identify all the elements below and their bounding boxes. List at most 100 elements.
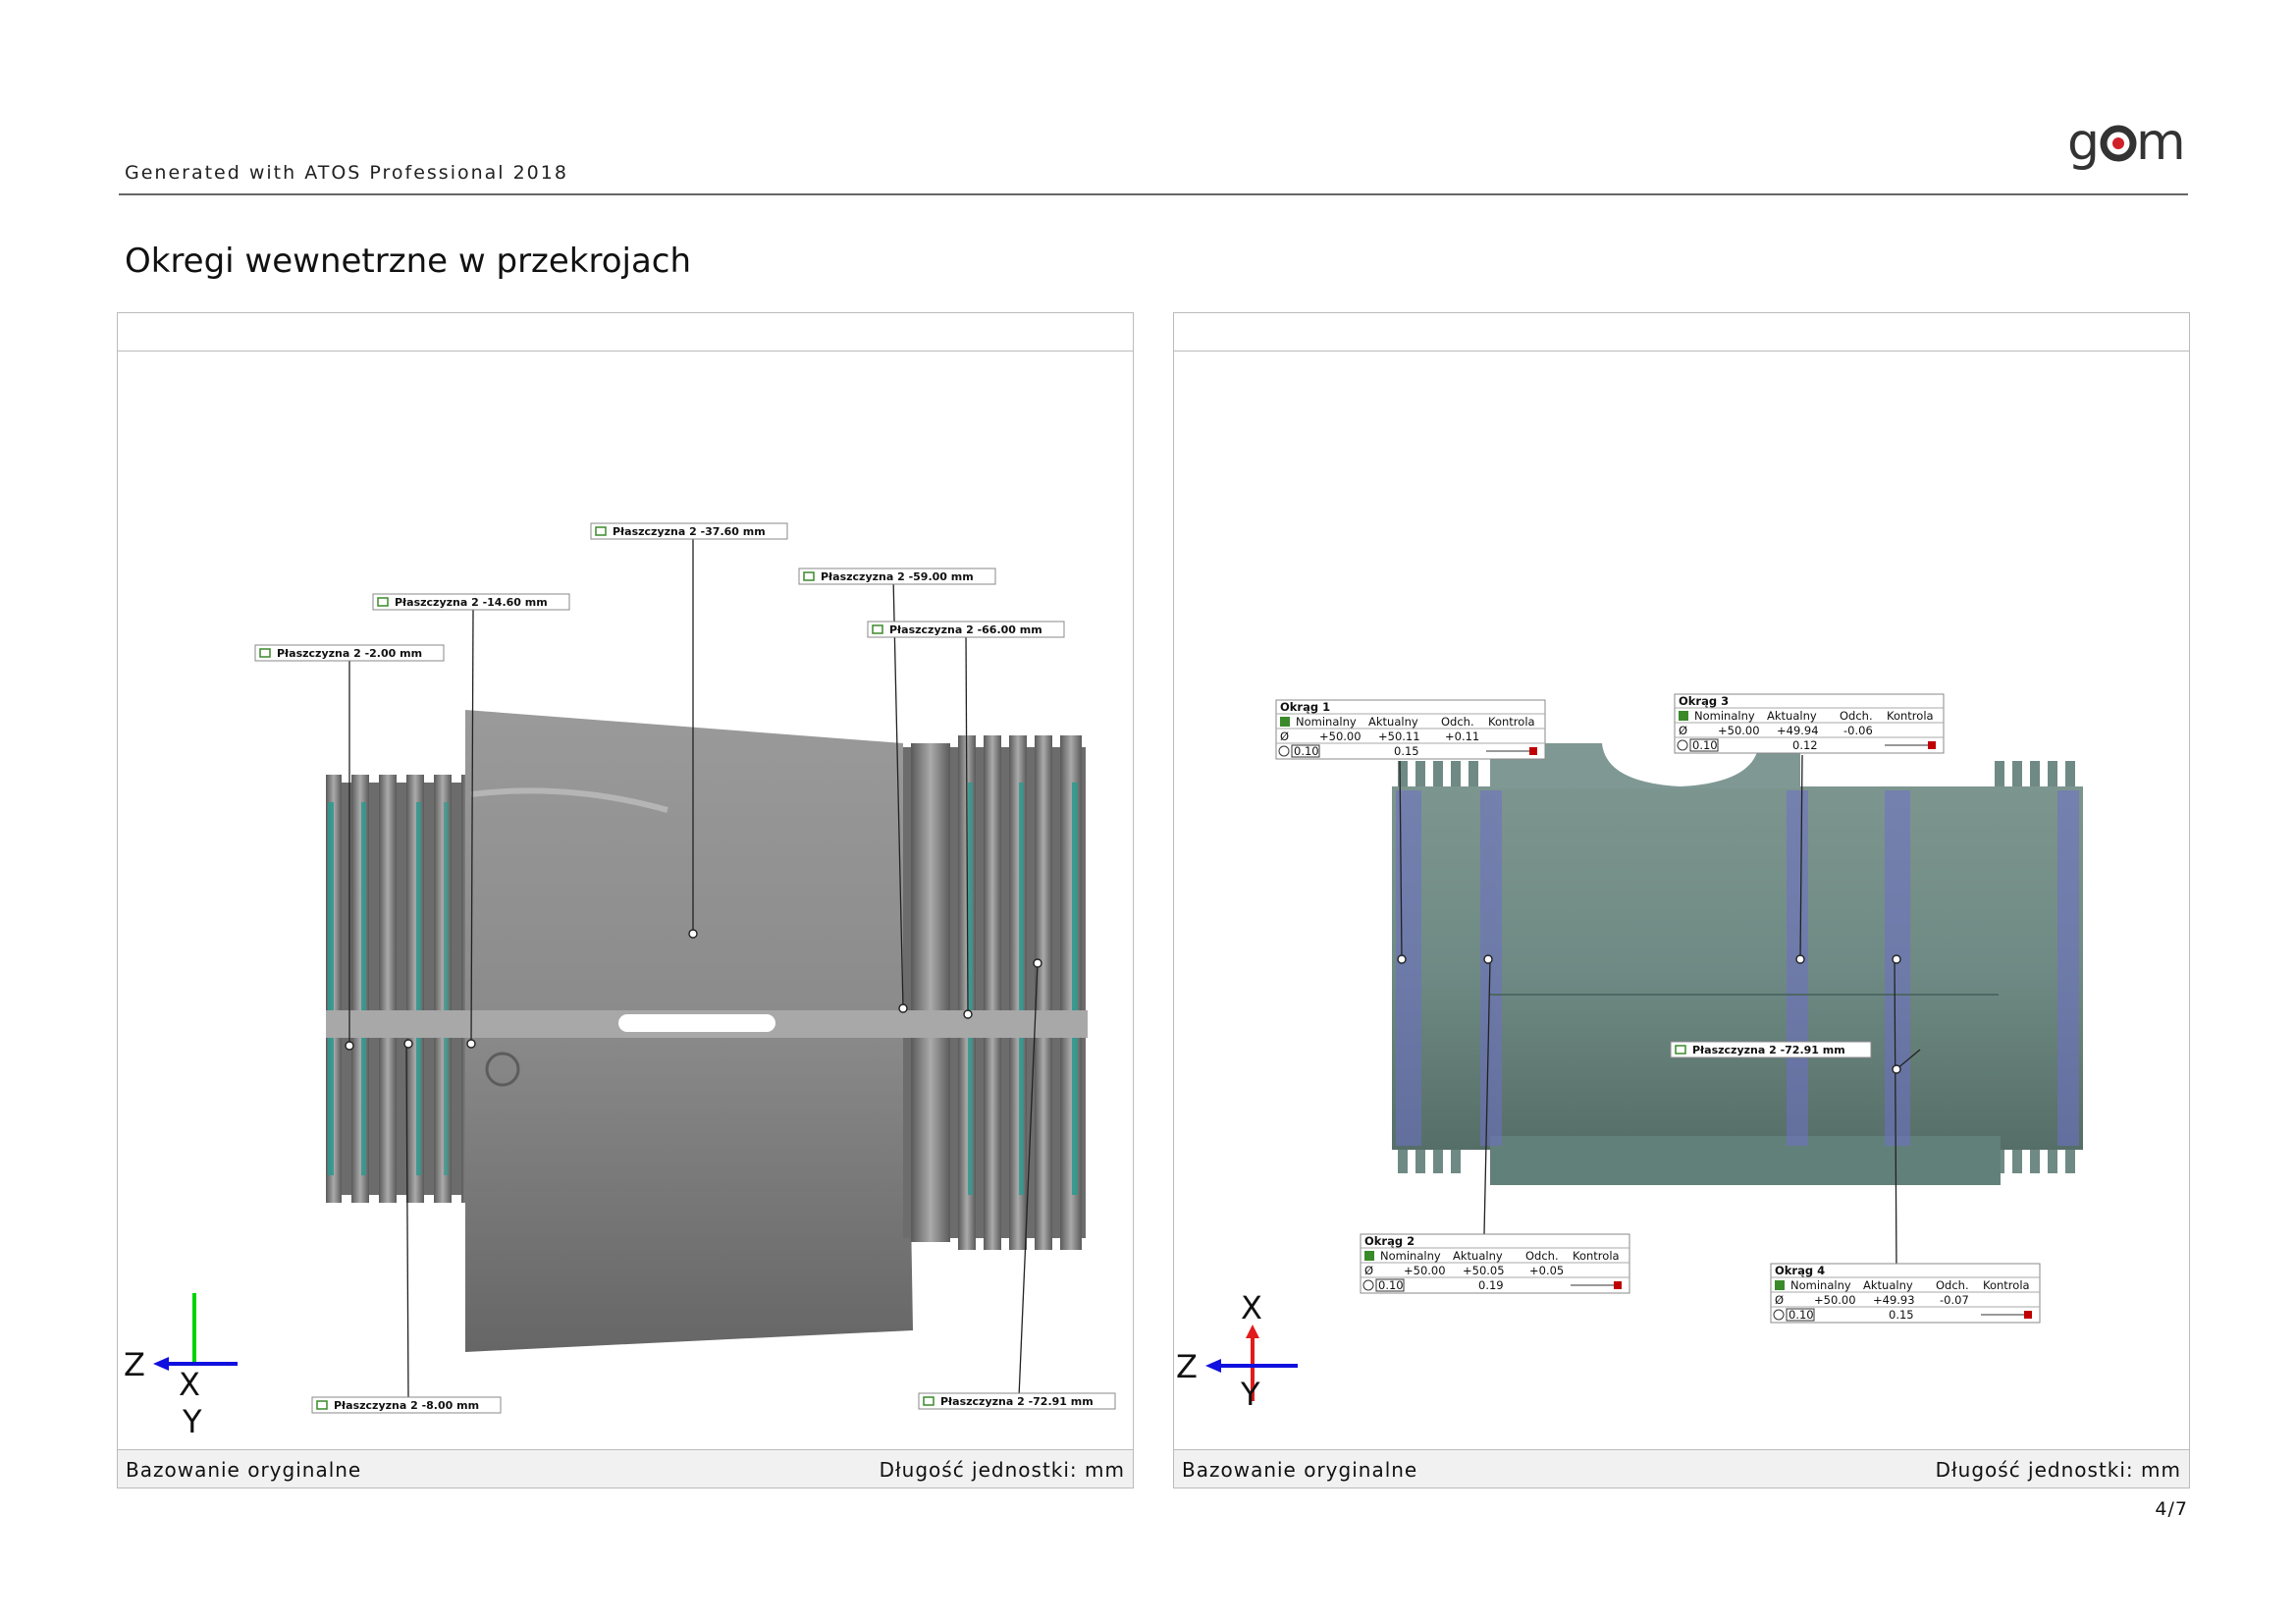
nominal-value: +50.00 — [1814, 1293, 1856, 1307]
plane-label-text: Płaszczyzna 2 -59.00 mm — [821, 570, 974, 583]
alignment-label: Bazowanie oryginalne — [126, 1458, 362, 1482]
plane-label-72.91: Płaszczyzna 2 -72.91 mm — [1670, 1041, 1872, 1058]
plane-icon — [316, 1400, 328, 1410]
report-generator-note: Generated with ATOS Professional 2018 — [125, 162, 568, 184]
check-icon — [1679, 711, 1688, 721]
header-divider — [119, 193, 2188, 195]
alignment-label: Bazowanie oryginalne — [1182, 1458, 1418, 1482]
check-icon — [1364, 1251, 1374, 1261]
actual-value: +50.11 — [1378, 730, 1420, 743]
control-marker — [1928, 741, 1936, 749]
circle-table-3: Okrąg 3 Nominalny Aktualny Odch. Kontrol… — [1674, 693, 1945, 754]
plane-icon — [1675, 1045, 1686, 1055]
plane-icon — [259, 648, 271, 658]
right-3d-view: Płaszczyzna 2 -72.91 mm Okrąg 1 Nominaln… — [1176, 693, 2083, 1413]
scanned-part-mesh — [326, 710, 1088, 1352]
actual-value: +49.94 — [1777, 724, 1819, 737]
tolerance-value: 0.10 — [1378, 1278, 1404, 1292]
diameter-symbol: Ø — [1775, 1293, 1784, 1307]
plane-icon — [595, 526, 607, 536]
col-control: Kontrola — [1488, 715, 1535, 729]
plane-label-text: Płaszczyzna 2 -14.60 mm — [395, 596, 548, 609]
z-axis-arrow — [1205, 1359, 1221, 1373]
page-title: Okregi wewnetrzne w przekrojach — [125, 242, 692, 281]
unit-label: Długość jednostki: mm — [879, 1458, 1125, 1482]
left-panel-footer: Bazowanie oryginalne Długość jednostki: … — [118, 1449, 1133, 1488]
logo-red-dot — [2112, 137, 2124, 149]
mesh-gap — [618, 1014, 775, 1032]
col-deviation: Odch. — [1840, 709, 1873, 723]
page-number: 4/7 — [2155, 1498, 2188, 1520]
form-value: 0.12 — [1792, 738, 1818, 752]
plane-icon — [377, 597, 389, 607]
col-nominal: Nominalny — [1380, 1249, 1441, 1263]
plane-label-14.60: Płaszczyzna 2 -14.60 mm — [372, 593, 570, 611]
plane-label-text: Płaszczyzna 2 -66.00 mm — [889, 623, 1042, 636]
plane-label-text: Płaszczyzna 2 -2.00 mm — [277, 647, 422, 660]
plane-label-66.00: Płaszczyzna 2 -66.00 mm — [867, 621, 1065, 638]
table-title: Okrąg 4 — [1775, 1264, 1825, 1277]
table-title: Okrąg 1 — [1280, 700, 1330, 714]
plane-label-text: Płaszczyzna 2 -8.00 mm — [334, 1399, 479, 1412]
left-axis-gizmo: Z X Y — [124, 1293, 238, 1440]
col-actual: Aktualny — [1453, 1249, 1503, 1263]
col-deviation: Odch. — [1525, 1249, 1559, 1263]
col-deviation: Odch. — [1441, 715, 1474, 729]
deviation-value: -0.06 — [1843, 724, 1873, 737]
diameter-symbol: Ø — [1280, 730, 1289, 743]
control-marker — [2024, 1311, 2032, 1319]
logo-letter-g: g — [2067, 116, 2100, 172]
circle-table-2: Okrąg 2 Nominalny Aktualny Odch. Kontrol… — [1360, 1233, 1630, 1294]
nominal-value: +50.00 — [1718, 724, 1760, 737]
tolerance-value: 0.10 — [1789, 1308, 1814, 1322]
col-deviation: Odch. — [1936, 1278, 1969, 1292]
deviation-value: +0.05 — [1529, 1264, 1564, 1277]
col-control: Kontrola — [1887, 709, 1934, 723]
tolerance-value: 0.10 — [1692, 738, 1718, 752]
x-axis-arrow — [1246, 1325, 1259, 1338]
y-axis-letter: Y — [182, 1403, 202, 1440]
left-panel-topbar — [118, 313, 1133, 352]
gom-logo: g m — [2067, 116, 2186, 172]
x-axis-letter: X — [1241, 1289, 1262, 1326]
circle-table-1: Okrąg 1 Nominalny Aktualny Odch. Kontrol… — [1275, 699, 1546, 760]
form-value: 0.15 — [1394, 744, 1419, 758]
plane-label-text: Płaszczyzna 2 -72.91 mm — [940, 1395, 1094, 1408]
scanned-part-mesh-teal — [1392, 743, 2083, 1185]
z-axis-letter: Z — [124, 1346, 145, 1383]
plane-label-2.00: Płaszczyzna 2 -2.00 mm — [254, 644, 445, 662]
nominal-value: +50.00 — [1319, 730, 1362, 743]
plane-label-72.91: Płaszczyzna 2 -72.91 mm — [918, 1392, 1116, 1410]
left-3d-view: Płaszczyzna 2 -37.60 mm Płaszczyzna 2 -5… — [124, 522, 1116, 1440]
circle-table-4: Okrąg 4 Nominalny Aktualny Odch. Kontrol… — [1770, 1263, 2041, 1324]
diameter-symbol: Ø — [1364, 1264, 1373, 1277]
actual-value: +50.05 — [1463, 1264, 1505, 1277]
deviation-value: -0.07 — [1940, 1293, 1969, 1307]
plane-label-8.00: Płaszczyzna 2 -8.00 mm — [311, 1396, 502, 1414]
col-nominal: Nominalny — [1296, 715, 1357, 729]
plane-label-37.60: Płaszczyzna 2 -37.60 mm — [590, 522, 788, 540]
tolerance-value: 0.10 — [1294, 744, 1319, 758]
check-icon — [1775, 1280, 1785, 1290]
form-value: 0.15 — [1889, 1308, 1914, 1322]
plane-label-text: Płaszczyzna 2 -72.91 mm — [1692, 1044, 1845, 1056]
plane-label-59.00: Płaszczyzna 2 -59.00 mm — [798, 568, 996, 585]
plane-icon — [923, 1396, 934, 1406]
z-axis-letter: Z — [1176, 1348, 1198, 1385]
actual-value: +49.93 — [1873, 1293, 1915, 1307]
y-axis-letter: Y — [1240, 1376, 1260, 1413]
right-panel-footer: Bazowanie oryginalne Długość jednostki: … — [1174, 1449, 2189, 1488]
right-panel-topbar — [1174, 313, 2189, 352]
col-actual: Aktualny — [1368, 715, 1418, 729]
col-control: Kontrola — [1983, 1278, 2030, 1292]
control-marker — [1614, 1281, 1622, 1289]
z-axis-arrow — [153, 1357, 169, 1371]
col-nominal: Nominalny — [1694, 709, 1755, 723]
unit-label: Długość jednostki: mm — [1935, 1458, 2181, 1482]
col-control: Kontrola — [1573, 1249, 1620, 1263]
check-icon — [1280, 717, 1290, 727]
plane-label-text: Płaszczyzna 2 -37.60 mm — [613, 525, 766, 538]
col-actual: Aktualny — [1863, 1278, 1913, 1292]
nominal-value: +50.00 — [1404, 1264, 1446, 1277]
deviation-value: +0.11 — [1445, 730, 1479, 743]
